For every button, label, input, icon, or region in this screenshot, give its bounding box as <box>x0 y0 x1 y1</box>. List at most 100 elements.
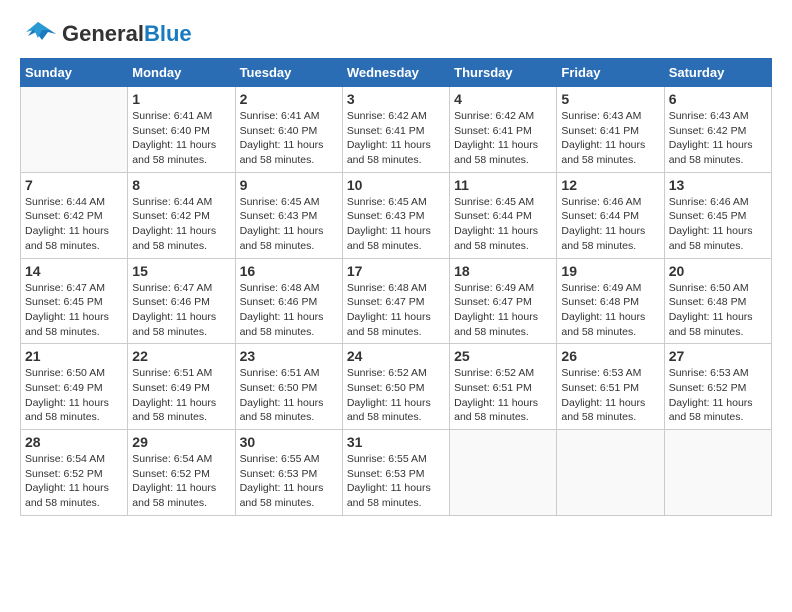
day-info: Sunrise: 6:45 AM Sunset: 6:44 PM Dayligh… <box>454 195 552 254</box>
day-number: 20 <box>669 263 767 279</box>
calendar-cell: 9 Sunrise: 6:45 AM Sunset: 6:43 PM Dayli… <box>235 172 342 258</box>
sunrise: Sunrise: 6:43 AM <box>561 110 641 122</box>
calendar-cell: 12 Sunrise: 6:46 AM Sunset: 6:44 PM Dayl… <box>557 172 664 258</box>
sunrise: Sunrise: 6:47 AM <box>25 282 105 294</box>
sunset: Sunset: 6:48 PM <box>669 296 747 308</box>
daylight: Daylight: 11 hours and 58 minutes. <box>454 139 538 166</box>
daylight: Daylight: 11 hours and 58 minutes. <box>240 139 324 166</box>
day-info: Sunrise: 6:49 AM Sunset: 6:48 PM Dayligh… <box>561 281 659 340</box>
sunrise: Sunrise: 6:45 AM <box>347 196 427 208</box>
daylight: Daylight: 11 hours and 58 minutes. <box>25 225 109 252</box>
calendar-cell: 22 Sunrise: 6:51 AM Sunset: 6:49 PM Dayl… <box>128 344 235 430</box>
daylight: Daylight: 11 hours and 58 minutes. <box>132 139 216 166</box>
day-info: Sunrise: 6:43 AM Sunset: 6:42 PM Dayligh… <box>669 109 767 168</box>
daylight: Daylight: 11 hours and 58 minutes. <box>347 139 431 166</box>
day-number: 28 <box>25 434 123 450</box>
daylight: Daylight: 11 hours and 58 minutes. <box>669 397 753 424</box>
day-info: Sunrise: 6:44 AM Sunset: 6:42 PM Dayligh… <box>25 195 123 254</box>
sunrise: Sunrise: 6:46 AM <box>669 196 749 208</box>
day-number: 12 <box>561 177 659 193</box>
sunset: Sunset: 6:45 PM <box>25 296 103 308</box>
sunrise: Sunrise: 6:55 AM <box>347 453 427 465</box>
sunset: Sunset: 6:52 PM <box>669 382 747 394</box>
day-number: 17 <box>347 263 445 279</box>
calendar-cell: 23 Sunrise: 6:51 AM Sunset: 6:50 PM Dayl… <box>235 344 342 430</box>
daylight: Daylight: 11 hours and 58 minutes. <box>132 482 216 509</box>
daylight: Daylight: 11 hours and 58 minutes. <box>347 482 431 509</box>
calendar-cell: 15 Sunrise: 6:47 AM Sunset: 6:46 PM Dayl… <box>128 258 235 344</box>
sunset: Sunset: 6:47 PM <box>347 296 425 308</box>
daylight: Daylight: 11 hours and 58 minutes. <box>240 311 324 338</box>
col-wednesday: Wednesday <box>342 59 449 87</box>
calendar-cell: 11 Sunrise: 6:45 AM Sunset: 6:44 PM Dayl… <box>450 172 557 258</box>
daylight: Daylight: 11 hours and 58 minutes. <box>669 311 753 338</box>
logo-bird-icon <box>20 20 56 48</box>
day-info: Sunrise: 6:44 AM Sunset: 6:42 PM Dayligh… <box>132 195 230 254</box>
day-number: 9 <box>240 177 338 193</box>
calendar-week-row: 1 Sunrise: 6:41 AM Sunset: 6:40 PM Dayli… <box>21 87 772 173</box>
day-number: 7 <box>25 177 123 193</box>
calendar-cell: 13 Sunrise: 6:46 AM Sunset: 6:45 PM Dayl… <box>664 172 771 258</box>
day-info: Sunrise: 6:42 AM Sunset: 6:41 PM Dayligh… <box>347 109 445 168</box>
daylight: Daylight: 11 hours and 58 minutes. <box>454 397 538 424</box>
day-info: Sunrise: 6:49 AM Sunset: 6:47 PM Dayligh… <box>454 281 552 340</box>
sunrise: Sunrise: 6:53 AM <box>561 367 641 379</box>
sunrise: Sunrise: 6:47 AM <box>132 282 212 294</box>
daylight: Daylight: 11 hours and 58 minutes. <box>25 482 109 509</box>
sunset: Sunset: 6:41 PM <box>561 125 639 137</box>
day-number: 13 <box>669 177 767 193</box>
sunrise: Sunrise: 6:49 AM <box>454 282 534 294</box>
sunrise: Sunrise: 6:43 AM <box>669 110 749 122</box>
sunset: Sunset: 6:50 PM <box>347 382 425 394</box>
day-info: Sunrise: 6:48 AM Sunset: 6:47 PM Dayligh… <box>347 281 445 340</box>
day-number: 5 <box>561 91 659 107</box>
day-info: Sunrise: 6:46 AM Sunset: 6:44 PM Dayligh… <box>561 195 659 254</box>
daylight: Daylight: 11 hours and 58 minutes. <box>240 397 324 424</box>
calendar-cell: 6 Sunrise: 6:43 AM Sunset: 6:42 PM Dayli… <box>664 87 771 173</box>
day-number: 10 <box>347 177 445 193</box>
sunset: Sunset: 6:43 PM <box>240 210 318 222</box>
calendar-cell: 31 Sunrise: 6:55 AM Sunset: 6:53 PM Dayl… <box>342 430 449 516</box>
day-info: Sunrise: 6:47 AM Sunset: 6:45 PM Dayligh… <box>25 281 123 340</box>
day-info: Sunrise: 6:53 AM Sunset: 6:52 PM Dayligh… <box>669 366 767 425</box>
daylight: Daylight: 11 hours and 58 minutes. <box>347 225 431 252</box>
sunrise: Sunrise: 6:52 AM <box>454 367 534 379</box>
calendar-cell: 14 Sunrise: 6:47 AM Sunset: 6:45 PM Dayl… <box>21 258 128 344</box>
calendar-cell: 20 Sunrise: 6:50 AM Sunset: 6:48 PM Dayl… <box>664 258 771 344</box>
daylight: Daylight: 11 hours and 58 minutes. <box>561 311 645 338</box>
sunrise: Sunrise: 6:48 AM <box>240 282 320 294</box>
day-info: Sunrise: 6:45 AM Sunset: 6:43 PM Dayligh… <box>347 195 445 254</box>
day-number: 3 <box>347 91 445 107</box>
day-info: Sunrise: 6:41 AM Sunset: 6:40 PM Dayligh… <box>132 109 230 168</box>
sunrise: Sunrise: 6:42 AM <box>347 110 427 122</box>
day-info: Sunrise: 6:55 AM Sunset: 6:53 PM Dayligh… <box>347 452 445 511</box>
daylight: Daylight: 11 hours and 58 minutes. <box>240 482 324 509</box>
day-info: Sunrise: 6:42 AM Sunset: 6:41 PM Dayligh… <box>454 109 552 168</box>
sunset: Sunset: 6:40 PM <box>132 125 210 137</box>
sunset: Sunset: 6:41 PM <box>454 125 532 137</box>
day-info: Sunrise: 6:52 AM Sunset: 6:50 PM Dayligh… <box>347 366 445 425</box>
sunset: Sunset: 6:49 PM <box>132 382 210 394</box>
day-info: Sunrise: 6:43 AM Sunset: 6:41 PM Dayligh… <box>561 109 659 168</box>
calendar-cell: 27 Sunrise: 6:53 AM Sunset: 6:52 PM Dayl… <box>664 344 771 430</box>
sunset: Sunset: 6:44 PM <box>454 210 532 222</box>
calendar-cell <box>450 430 557 516</box>
day-info: Sunrise: 6:45 AM Sunset: 6:43 PM Dayligh… <box>240 195 338 254</box>
day-number: 8 <box>132 177 230 193</box>
calendar-cell: 1 Sunrise: 6:41 AM Sunset: 6:40 PM Dayli… <box>128 87 235 173</box>
sunset: Sunset: 6:51 PM <box>561 382 639 394</box>
daylight: Daylight: 11 hours and 58 minutes. <box>669 139 753 166</box>
day-number: 26 <box>561 348 659 364</box>
daylight: Daylight: 11 hours and 58 minutes. <box>132 225 216 252</box>
sunset: Sunset: 6:42 PM <box>25 210 103 222</box>
day-info: Sunrise: 6:54 AM Sunset: 6:52 PM Dayligh… <box>132 452 230 511</box>
calendar-header-row: Sunday Monday Tuesday Wednesday Thursday… <box>21 59 772 87</box>
day-info: Sunrise: 6:47 AM Sunset: 6:46 PM Dayligh… <box>132 281 230 340</box>
calendar-cell: 28 Sunrise: 6:54 AM Sunset: 6:52 PM Dayl… <box>21 430 128 516</box>
calendar-cell: 4 Sunrise: 6:42 AM Sunset: 6:41 PM Dayli… <box>450 87 557 173</box>
sunrise: Sunrise: 6:45 AM <box>240 196 320 208</box>
day-number: 24 <box>347 348 445 364</box>
daylight: Daylight: 11 hours and 58 minutes. <box>347 397 431 424</box>
logo: GeneralBlue <box>20 20 192 48</box>
day-number: 21 <box>25 348 123 364</box>
